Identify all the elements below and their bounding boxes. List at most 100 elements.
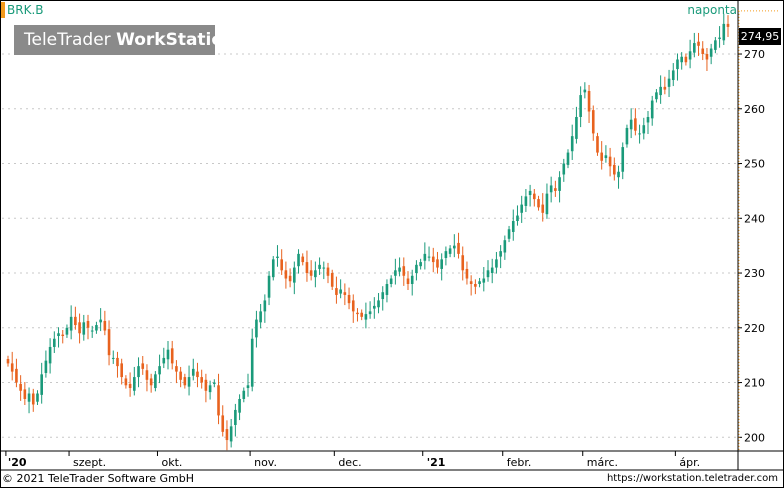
candle-body: [343, 292, 347, 295]
x-tick-label: nov.: [254, 456, 277, 469]
candle-body: [545, 193, 549, 215]
candle-body: [347, 294, 351, 304]
candle-body: [650, 100, 654, 119]
candle-body: [423, 253, 427, 261]
candle-body: [461, 255, 465, 271]
candle-body: [27, 393, 31, 402]
x-tick-label: márc.: [587, 456, 618, 469]
candle-body: [398, 267, 401, 272]
axes: 200 210 220 230 240 250 260 270 '20 szept. okt. nov…: [0, 0, 784, 488]
candle-body: [175, 366, 178, 372]
candle-body: [57, 333, 60, 337]
y-tick-label: 210: [744, 377, 765, 390]
candle-body: [453, 245, 456, 249]
candle-body: [549, 185, 553, 193]
candle-body: [191, 368, 195, 376]
candle-body: [6, 359, 10, 364]
candle-body: [625, 127, 629, 145]
candle-body: [65, 327, 69, 335]
candle-body: [208, 385, 212, 393]
last-price-badge: 274,95: [739, 28, 781, 45]
y-tick-label: 260: [744, 103, 765, 116]
candle-body: [61, 334, 65, 337]
candle-body: [709, 48, 713, 57]
candle-body: [516, 215, 519, 222]
candle-body: [638, 133, 641, 135]
candle-body: [419, 262, 422, 267]
candle-body: [23, 389, 27, 399]
candle-body: [314, 270, 317, 278]
candle-body: [82, 322, 86, 335]
candle-body: [566, 152, 570, 165]
candle-body: [31, 393, 35, 405]
candle-body: [301, 256, 305, 263]
footer-url[interactable]: https://workstation.teletrader.com: [607, 473, 778, 484]
candle-body: [444, 251, 448, 258]
candle-body: [524, 196, 528, 206]
candle-body: [528, 190, 532, 196]
candle-body: [368, 311, 372, 315]
candle-body: [604, 155, 608, 159]
candle-body: [608, 156, 612, 167]
candle-body: [410, 275, 414, 284]
candle-body: [124, 378, 128, 386]
candle-body: [229, 426, 233, 442]
candle-body: [162, 357, 166, 364]
candle-body: [680, 56, 683, 63]
candle-body: [562, 163, 566, 175]
candle-body: [714, 40, 717, 50]
candle-body: [158, 366, 161, 375]
copyright-text: © 2021 TeleTrader Software GmbH: [2, 472, 195, 485]
y-tick-label: 200: [744, 431, 765, 444]
candle-body: [701, 48, 705, 55]
period-label[interactable]: naponta: [687, 3, 737, 17]
candle-body: [431, 256, 435, 263]
candle-body: [634, 118, 637, 131]
candle-body: [520, 204, 523, 213]
candle-body: [579, 95, 582, 117]
candle-body: [238, 398, 241, 413]
candle-body: [415, 264, 418, 274]
candle-body: [360, 312, 363, 317]
candle-body: [693, 43, 696, 53]
candle-body: [276, 256, 279, 258]
candle-body: [600, 152, 603, 161]
candle-body: [503, 240, 507, 253]
x-tick-label: okt.: [161, 456, 182, 469]
candle-body: [490, 267, 494, 274]
candle-body: [718, 37, 721, 39]
candle-body: [688, 51, 692, 60]
candle-body: [726, 23, 730, 27]
outer-border: [0, 0, 784, 488]
candle-body: [250, 338, 254, 387]
candle-body: [309, 270, 313, 276]
candle-body: [53, 338, 56, 347]
candle-body: [242, 390, 246, 399]
candle-body: [507, 229, 511, 239]
y-tick-label: 270: [744, 48, 765, 61]
symbol-label[interactable]: BRK.B: [7, 3, 44, 17]
candle-body: [326, 267, 330, 276]
candle-body: [642, 125, 646, 134]
y-tick-label: 240: [744, 212, 765, 225]
candle-body: [74, 316, 77, 326]
candle-body: [280, 259, 283, 271]
candle-body: [179, 371, 182, 380]
candle-body: [554, 188, 557, 191]
candle-body: [44, 360, 48, 373]
candle-body: [166, 349, 170, 360]
candle-body: [465, 268, 469, 279]
candle-body: [482, 278, 486, 283]
candle-body: [154, 374, 157, 389]
watermark-product: WorkStation: [116, 30, 236, 50]
candle-body: [591, 110, 595, 134]
candle-body: [697, 41, 700, 46]
candle-body: [200, 377, 203, 383]
candle-body: [705, 54, 709, 60]
candle-body: [107, 329, 111, 356]
x-tick-label: ápr.: [679, 456, 700, 469]
candle-body: [722, 23, 726, 41]
candle-body: [663, 86, 667, 90]
candle-body: [120, 363, 123, 378]
candle-body: [196, 371, 199, 378]
